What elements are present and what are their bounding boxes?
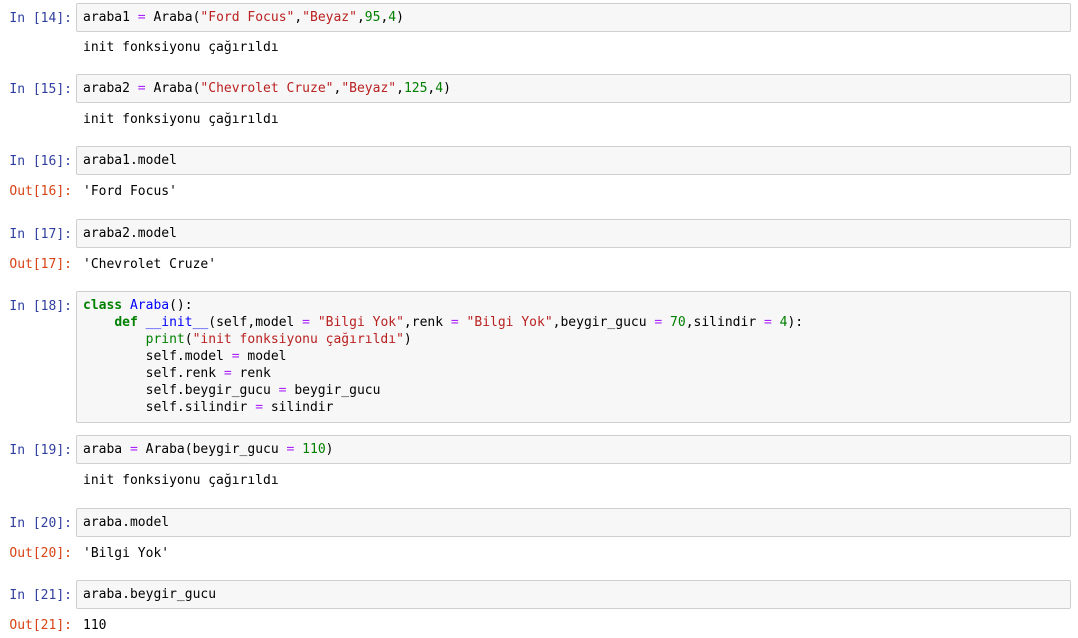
code-token: =: [255, 400, 264, 415]
in-prompt: In [14]:: [9, 11, 72, 26]
in-prompt: In [19]:: [9, 443, 72, 458]
code-token: __init__: [145, 315, 209, 330]
code-token: araba.model: [83, 515, 170, 530]
code-token: "Bilgi Yok": [317, 315, 404, 330]
result-output: 'Ford Focus': [83, 184, 177, 199]
code-token: class: [83, 298, 123, 313]
code-token: araba: [83, 442, 130, 457]
code-token: 4: [388, 10, 397, 25]
code-token: ): [443, 81, 451, 96]
code-token: "Beyaz": [341, 81, 397, 96]
code-token: ,: [356, 10, 365, 25]
in-prompt: In [21]:: [9, 588, 72, 603]
code-text: araba.beygir_gucu: [83, 586, 216, 603]
code-text: araba.model: [83, 514, 169, 531]
code-token: "Beyaz": [302, 10, 357, 25]
code-token: araba1: [83, 10, 138, 25]
code-token: ,: [294, 10, 303, 25]
code-token: araba.beygir_gucu: [83, 587, 217, 602]
code-token: "Ford Focus": [200, 10, 295, 25]
out-prompt: Out[20]:: [9, 546, 72, 561]
code-token: (: [184, 332, 193, 347]
code-input[interactable]: araba2.model: [76, 219, 1071, 248]
code-token: 110: [302, 442, 326, 457]
code-text: araba1.model: [83, 152, 177, 169]
in-prompt: In [15]:: [9, 82, 72, 97]
code-input[interactable]: araba.model: [76, 508, 1071, 537]
code-token: =: [763, 315, 772, 330]
code-token: 125: [403, 81, 428, 96]
in-prompt: In [17]:: [9, 227, 72, 242]
code-token: =: [137, 81, 146, 96]
in-prompt: In [18]:: [9, 299, 72, 314]
code-token: ,renk: [403, 315, 451, 330]
code-text: araba = Araba(beygir_gucu = 110): [83, 441, 333, 458]
out-prompt: Out[21]:: [9, 618, 72, 633]
code-token: ,beygir_gucu: [552, 315, 655, 330]
code-token: 70: [670, 315, 686, 330]
stream-output: init fonksiyonu çağırıldı: [83, 112, 279, 127]
code-text: araba1 = Araba("Ford Focus","Beyaz",95,4…: [83, 9, 404, 26]
in-prompt: In [20]:: [9, 516, 72, 531]
result-output: 'Chevrolet Cruze': [83, 257, 217, 272]
code-token: print: [145, 332, 185, 347]
code-token: ,: [396, 81, 404, 96]
code-token: =: [223, 366, 232, 381]
code-token: araba1.model: [83, 153, 177, 168]
code-token: def: [114, 315, 138, 330]
stream-output: init fonksiyonu çağırıldı: [83, 40, 279, 55]
stream-output: init fonksiyonu çağırıldı: [83, 473, 279, 488]
code-text: araba2.model: [83, 225, 177, 242]
code-text: araba2 = Araba("Chevrolet Cruze","Beyaz"…: [83, 80, 451, 97]
code-input[interactable]: araba2 = Araba("Chevrolet Cruze","Beyaz"…: [76, 74, 1071, 103]
code-token: Araba(beygir_gucu: [137, 442, 287, 457]
code-token: Araba(: [145, 10, 201, 25]
code-token: 95: [364, 10, 381, 25]
code-token: =: [278, 383, 287, 398]
code-token: ): [396, 10, 404, 25]
code-token: =: [137, 10, 146, 25]
in-prompt: In [16]:: [9, 154, 72, 169]
code-input[interactable]: araba.beygir_gucu: [76, 580, 1071, 609]
out-prompt: Out[17]:: [9, 257, 72, 272]
code-token: ): [325, 442, 334, 457]
code-token: (self,model: [208, 315, 303, 330]
code-token: =: [129, 442, 138, 457]
code-token: "Chevrolet Cruze": [200, 81, 334, 96]
result-output: 110: [83, 618, 107, 633]
code-input[interactable]: araba1 = Araba("Ford Focus","Beyaz",95,4…: [76, 3, 1071, 32]
code-input[interactable]: araba = Araba(beygir_gucu = 110): [76, 435, 1071, 464]
code-token: 4: [435, 81, 444, 96]
code-token: araba2.model: [83, 226, 177, 241]
code-input[interactable]: class Araba(): def __init__(self,model =…: [76, 291, 1071, 423]
code-token: =: [450, 315, 459, 330]
code-token: =: [231, 349, 240, 364]
code-token: Araba(: [145, 81, 201, 96]
code-token: "init fonksiyonu çağırıldı": [192, 332, 404, 347]
code-token: araba2: [83, 81, 138, 96]
code-token: Araba: [129, 298, 170, 313]
code-token: silindir: [263, 400, 334, 415]
result-output: 'Bilgi Yok': [83, 546, 170, 561]
code-text: class Araba(): def __init__(self,model =…: [83, 297, 803, 416]
code-token: ,silindir: [685, 315, 764, 330]
code-input[interactable]: araba1.model: [76, 146, 1071, 175]
out-prompt: Out[16]:: [9, 184, 72, 199]
code-token: =: [302, 315, 310, 330]
code-token: "Bilgi Yok": [466, 315, 553, 330]
